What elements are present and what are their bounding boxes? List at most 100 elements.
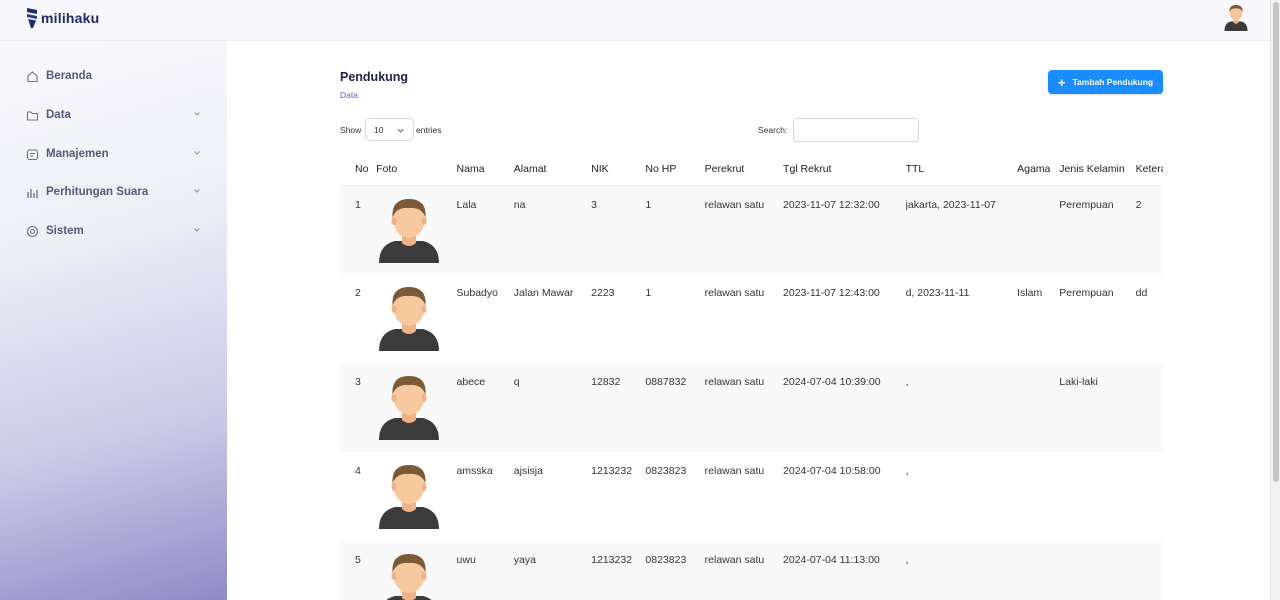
sidebar-item-data[interactable]: Data <box>26 104 202 126</box>
column-header-keterangan[interactable]: Keterangan <box>1136 152 1163 185</box>
chevron-down-icon <box>194 151 200 155</box>
folder-icon <box>26 109 39 122</box>
table-row[interactable]: 4 amsska ajsisja 1213232 0823823 relawan… <box>340 452 1163 541</box>
cell-tgl-rekrut: 2023-11-07 12:43:00 <box>783 287 880 299</box>
cell-perekrut: relawan satu <box>704 287 765 299</box>
add-pendukung-button[interactable]: + Tambah Pendukung <box>1048 70 1163 94</box>
cell-keterangan <box>1136 452 1163 541</box>
plus-icon: + <box>1057 74 1066 90</box>
sidebar-item-label: Sistem <box>46 225 84 237</box>
column-header-perekrut[interactable]: Perekrut <box>705 152 783 185</box>
cell-agama <box>1017 541 1059 600</box>
cell-perekrut: relawan satu <box>704 554 765 566</box>
cell-no-hp: 0887832 <box>645 376 687 388</box>
column-header-no-hp[interactable]: No HP <box>645 152 704 185</box>
cell-alamat: Jalan Mawar <box>513 287 574 299</box>
show-label: Show <box>340 125 362 135</box>
brand-logo-icon <box>27 8 37 28</box>
cell-nama: uwu <box>456 554 476 566</box>
column-header-tgl-rekrut[interactable]: Tgl Rekrut <box>783 152 906 185</box>
sidebar-item-perhitungan-suara[interactable]: Perhitungan Suara <box>26 181 202 203</box>
cell-no-hp: 1 <box>645 287 652 299</box>
cell-perekrut: relawan satu <box>704 198 765 211</box>
table-row[interactable]: 5 uwu yaya 1213232 0823823 relawan satu … <box>340 541 1163 600</box>
cell-no-hp: 0823823 <box>645 554 687 566</box>
chevron-down-icon <box>194 228 200 232</box>
cell-perekrut: relawan satu <box>704 465 765 477</box>
add-button-label: Tambah Pendukung <box>1072 77 1154 87</box>
column-header-alamat[interactable]: Alamat <box>514 152 591 185</box>
column-header-foto[interactable]: Foto <box>376 152 456 185</box>
cell-no: 5 <box>355 554 361 566</box>
cell-ttl: , <box>905 376 909 388</box>
column-header-agama[interactable]: Agama <box>1017 152 1059 185</box>
cell-jenis-kelamin: Perempuan <box>1059 198 1114 211</box>
brand[interactable]: milihaku <box>27 8 99 28</box>
cell-jenis-kelamin <box>1059 541 1135 600</box>
cell-foto <box>376 452 456 541</box>
column-header-ttl[interactable]: TTL <box>906 152 1018 185</box>
brand-name: milihaku <box>41 10 100 26</box>
page-scrollbar[interactable] <box>1270 0 1280 600</box>
sidebar: Beranda Data Manajemen Perhitungan Suara… <box>0 41 227 600</box>
cell-keterangan <box>1136 363 1163 452</box>
scrollbar-thumb[interactable] <box>1273 2 1279 482</box>
sidebar-item-beranda[interactable]: Beranda <box>26 65 202 87</box>
cell-foto <box>376 185 456 274</box>
table-row[interactable]: 2 Subadyo Jalan Mawar 2223 1 relawan sat… <box>340 274 1163 363</box>
bar-chart-icon <box>26 186 39 199</box>
user-photo-icon <box>379 198 440 263</box>
manage-icon <box>26 148 39 161</box>
cell-keterangan: dd <box>1135 287 1148 299</box>
cell-nama: amsska <box>456 465 493 477</box>
cell-alamat: ajsisja <box>513 465 543 477</box>
chevron-down-icon <box>397 128 404 133</box>
cell-ttl: , <box>905 465 909 477</box>
search-input[interactable] <box>793 118 919 142</box>
cell-alamat: q <box>513 376 520 388</box>
chevron-down-icon <box>194 189 200 193</box>
table-row[interactable]: 3 abece q 12832 0887832 relawan satu 202… <box>340 363 1163 452</box>
cell-nik: 3 <box>591 198 597 211</box>
cell-ttl: , <box>905 554 909 566</box>
entries-select[interactable]: 10 <box>365 118 414 141</box>
cell-tgl-rekrut: 2024-07-04 11:13:00 <box>783 554 880 566</box>
sidebar-item-sistem[interactable]: Sistem <box>26 220 202 242</box>
entries-value: 10 <box>374 124 384 135</box>
cell-jenis-kelamin: Perempuan <box>1059 287 1114 299</box>
cell-no-hp: 0823823 <box>645 465 687 477</box>
sidebar-item-label: Perhitungan Suara <box>46 186 149 198</box>
user-photo-icon <box>386 554 432 600</box>
settings-icon <box>26 225 39 238</box>
cell-nama: Lala <box>456 198 477 211</box>
chevron-down-icon <box>194 112 200 116</box>
cell-perekrut: relawan satu <box>704 376 765 388</box>
cell-no: 3 <box>355 376 361 388</box>
sidebar-item-manajemen[interactable]: Manajemen <box>26 143 202 165</box>
cell-nik: 1213232 <box>591 465 633 477</box>
cell-alamat: yaya <box>513 554 536 566</box>
user-avatar-icon[interactable] <box>1222 3 1250 31</box>
home-icon <box>26 70 39 83</box>
table-row[interactable]: 1 Lala na 3 1 relawan satu 2023-11-07 12… <box>340 185 1163 274</box>
cell-tgl-rekrut: 2024-07-04 10:39:00 <box>783 376 881 388</box>
cell-nik: 12832 <box>591 376 621 388</box>
cell-agama <box>1017 452 1059 541</box>
column-header-nama[interactable]: Nama <box>457 152 514 185</box>
cell-nik: 1213232 <box>591 554 633 566</box>
cell-no: 2 <box>355 287 361 299</box>
cell-foto <box>376 274 456 363</box>
breadcrumb[interactable]: Data <box>340 90 358 100</box>
column-header-jenis-kelamin[interactable]: Jenis Kelamin <box>1059 152 1135 185</box>
sidebar-item-label: Beranda <box>46 70 93 82</box>
page-title: Pendukung <box>340 70 409 84</box>
cell-ttl: d, 2023-11-11 <box>905 287 970 299</box>
user-photo-icon <box>379 465 440 529</box>
column-header-nik[interactable]: NIK <box>591 152 645 185</box>
cell-ttl: jakarta, 2023-11-07 <box>905 198 996 211</box>
cell-keterangan: 2 <box>1135 198 1142 211</box>
column-header-no[interactable]: No <box>340 152 376 185</box>
cell-nama: Subadyo <box>456 287 498 299</box>
cell-jenis-kelamin <box>1059 452 1135 541</box>
entries-label: entries <box>416 125 442 135</box>
